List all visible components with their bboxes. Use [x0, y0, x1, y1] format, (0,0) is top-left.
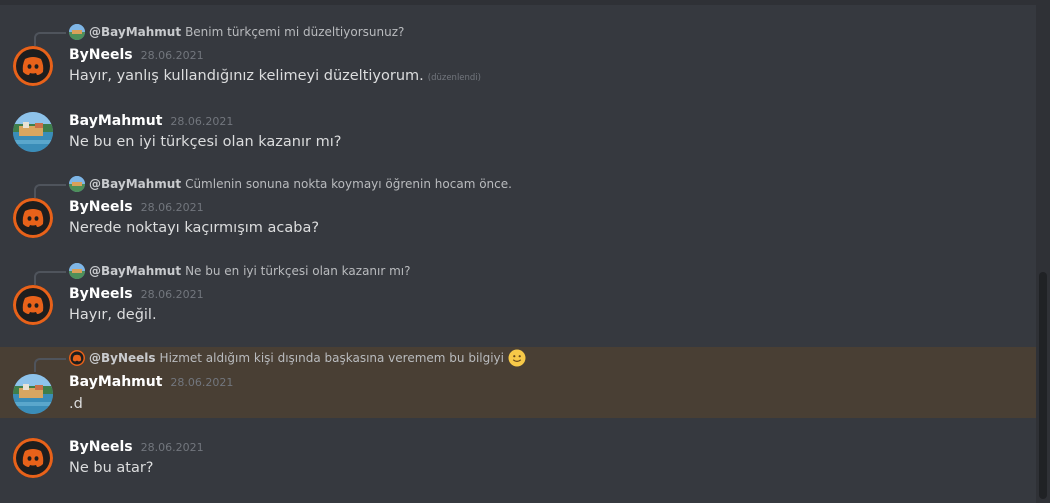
- message-text: Ne bu en iyi türkçesi olan kazanır mı?: [69, 134, 342, 150]
- message-content: Ne bu atar?: [69, 460, 154, 476]
- message[interactable]: @BayMahmut Cümlenin sonuna nokta koymayı…: [0, 174, 1036, 244]
- timestamp[interactable]: 28.06.2021: [141, 49, 204, 62]
- message[interactable]: @BayMahmut Ne bu en iyi türkçesi olan ka…: [0, 261, 1036, 331]
- timestamp[interactable]: 28.06.2021: [170, 115, 233, 128]
- reply-text: Cümlenin sonuna nokta koymayı öğrenin ho…: [185, 177, 512, 191]
- message-text: Hayır, yanlış kullandığınız kelimeyi düz…: [69, 68, 424, 84]
- message-header: ByNeels 28.06.2021: [69, 286, 204, 302]
- timestamp[interactable]: 28.06.2021: [170, 376, 233, 389]
- reply-author-mention[interactable]: @BayMahmut: [89, 25, 181, 39]
- reply-preview[interactable]: @BayMahmut Cümlenin sonuna nokta koymayı…: [69, 176, 512, 192]
- username[interactable]: ByNeels: [69, 286, 133, 302]
- reply-connector: [34, 358, 66, 372]
- username[interactable]: ByNeels: [69, 439, 133, 455]
- timestamp[interactable]: 28.06.2021: [141, 201, 204, 214]
- reply-avatar: [69, 24, 85, 40]
- discord-logo-icon: [22, 57, 44, 75]
- message-header: ByNeels 28.06.2021: [69, 47, 204, 63]
- message-content: Nerede noktayı kaçırmışım acaba?: [69, 220, 319, 236]
- username[interactable]: BayMahmut: [69, 113, 162, 129]
- message-header: ByNeels 28.06.2021: [69, 199, 204, 215]
- message-text: Hayır, değil.: [69, 307, 157, 323]
- reply-preview[interactable]: @ByNeels Hizmet aldığım kişi dışında baş…: [69, 349, 526, 367]
- reply-text: Benim türkçemi mi düzeltiyorsunuz?: [185, 25, 405, 39]
- message-header: ByNeels 28.06.2021: [69, 439, 204, 455]
- discord-logo-icon: [22, 449, 44, 467]
- message-text: .d: [69, 396, 83, 412]
- message[interactable]: ByNeels 28.06.2021 Ne bu atar?: [0, 434, 1036, 489]
- username[interactable]: ByNeels: [69, 199, 133, 215]
- reply-avatar: [69, 350, 85, 366]
- message-content: .d: [69, 396, 83, 412]
- reply-avatar: [69, 176, 85, 192]
- avatar[interactable]: [13, 374, 53, 414]
- discord-logo-icon: [22, 296, 44, 314]
- message-header: BayMahmut 28.06.2021: [69, 374, 233, 390]
- reply-author-mention[interactable]: @ByNeels: [89, 351, 156, 365]
- discord-logo-icon: [22, 209, 44, 227]
- reply-author-mention[interactable]: @BayMahmut: [89, 177, 181, 191]
- message-content: Hayır, yanlış kullandığınız kelimeyi düz…: [69, 68, 481, 84]
- avatar[interactable]: [13, 46, 53, 86]
- message[interactable]: BayMahmut 28.06.2021 Ne bu en iyi türkçe…: [0, 108, 1036, 158]
- avatar[interactable]: [13, 285, 53, 325]
- message-highlighted[interactable]: @ByNeels Hizmet aldığım kişi dışında baş…: [0, 347, 1036, 418]
- avatar[interactable]: [13, 438, 53, 478]
- reply-connector: [34, 271, 66, 285]
- avatar[interactable]: [13, 198, 53, 238]
- reply-connector: [34, 32, 66, 46]
- message-text: Nerede noktayı kaçırmışım acaba?: [69, 220, 320, 236]
- reply-text: Hizmet aldığım kişi dışında başkasına ve…: [159, 351, 504, 365]
- reply-avatar: [69, 263, 85, 279]
- reply-preview[interactable]: @BayMahmut Ne bu en iyi türkçesi olan ka…: [69, 263, 411, 279]
- slightly-smiling-face-icon: [508, 349, 526, 367]
- message-text: Ne bu atar?: [69, 460, 154, 476]
- username[interactable]: ByNeels: [69, 47, 133, 63]
- edited-label: (düzenlendi): [427, 73, 481, 83]
- landscape-photo: [13, 374, 53, 414]
- timestamp[interactable]: 28.06.2021: [141, 288, 204, 301]
- reply-connector: [34, 184, 66, 198]
- reply-author-mention[interactable]: @BayMahmut: [89, 264, 181, 278]
- top-bar: [0, 0, 1050, 5]
- reply-preview[interactable]: @BayMahmut Benim türkçemi mi düzeltiyors…: [69, 24, 404, 40]
- avatar[interactable]: [13, 112, 53, 152]
- message-header: BayMahmut 28.06.2021: [69, 113, 233, 129]
- message-content: Hayır, değil.: [69, 307, 157, 323]
- timestamp[interactable]: 28.06.2021: [141, 441, 204, 454]
- landscape-photo: [13, 112, 53, 152]
- scrollbar-thumb[interactable]: [1039, 272, 1047, 499]
- message-content: Ne bu en iyi türkçesi olan kazanır mı?: [69, 134, 341, 150]
- username[interactable]: BayMahmut: [69, 374, 162, 390]
- message[interactable]: @BayMahmut Benim türkçemi mi düzeltiyors…: [0, 20, 1036, 95]
- reply-text: Ne bu en iyi türkçesi olan kazanır mı?: [185, 264, 411, 278]
